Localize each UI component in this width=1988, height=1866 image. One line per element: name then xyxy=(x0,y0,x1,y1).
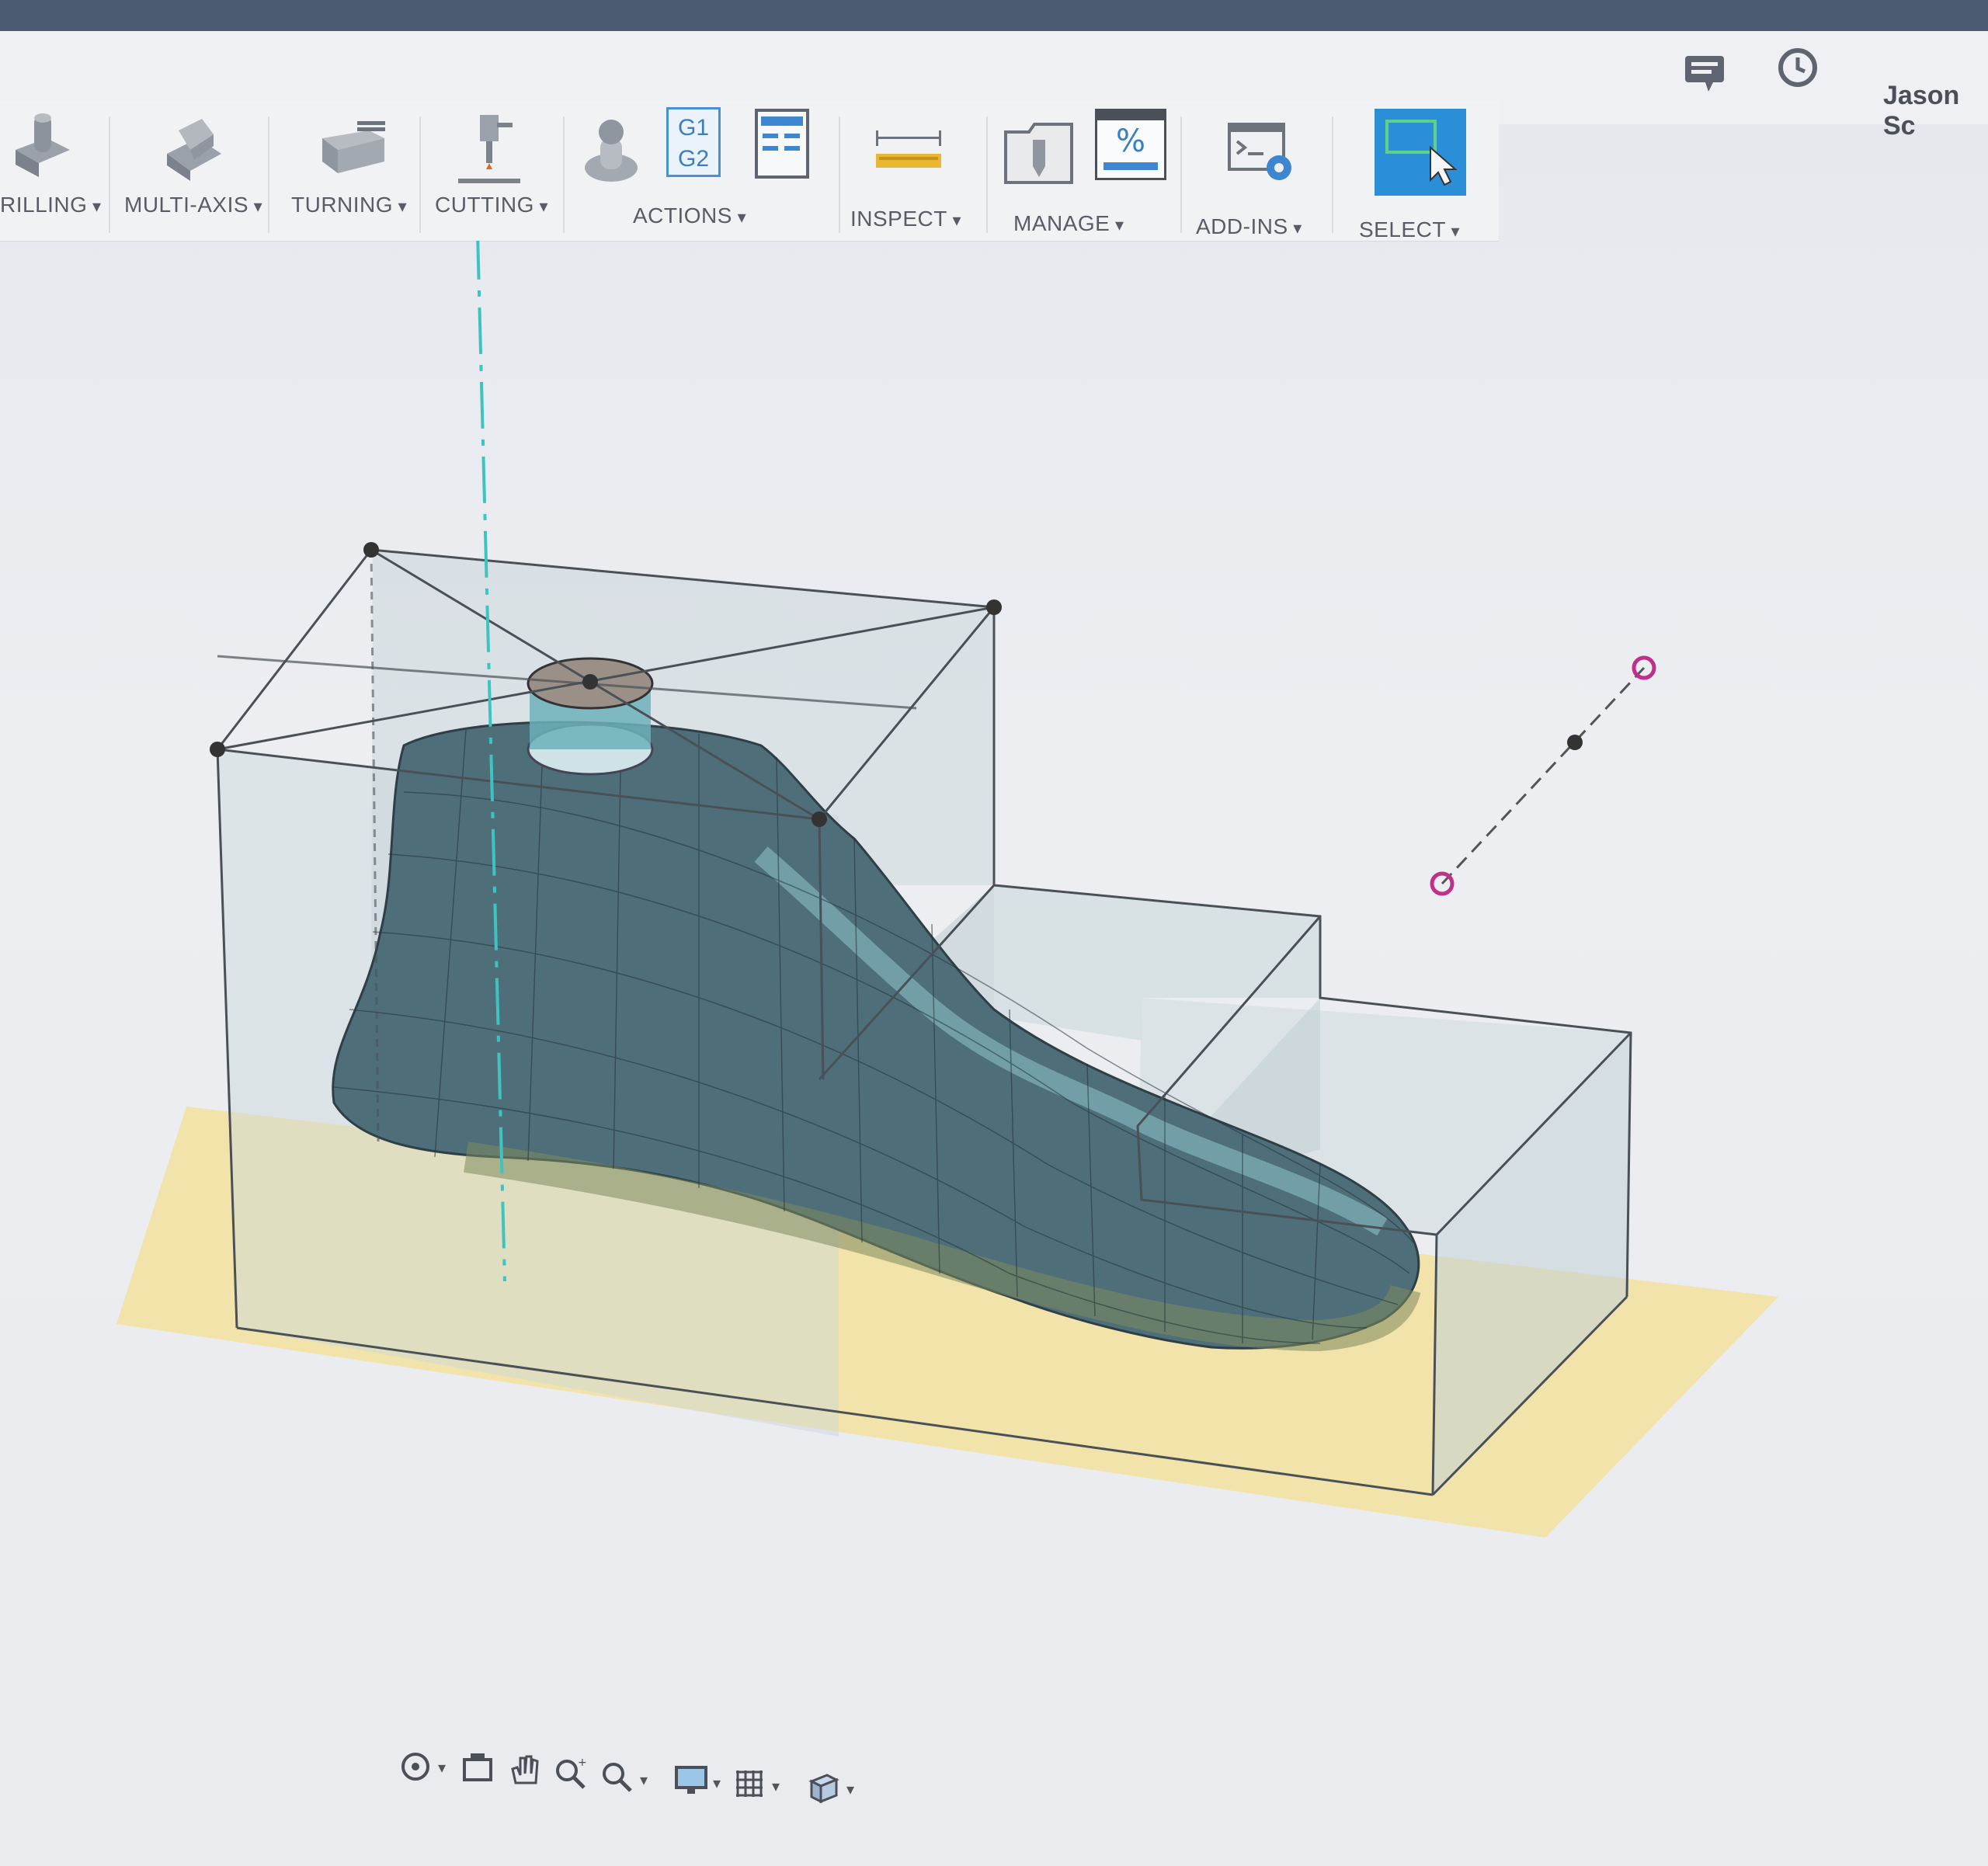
toolbar-separator xyxy=(268,116,269,233)
fusion-cam-window: Jason Sc RILLING MULTI-AXIS xyxy=(0,0,1988,1866)
post-library-bar xyxy=(1097,111,1164,120)
actions-label: ACTIONS xyxy=(633,203,746,228)
simulate-icon[interactable] xyxy=(579,107,648,193)
manage-group[interactable]: % MANAGE xyxy=(998,101,1184,241)
turning-icon xyxy=(322,121,385,173)
select-icon xyxy=(1375,109,1466,196)
actions-group[interactable]: G1 G2 ACTIONS xyxy=(575,101,831,241)
cam-toolbar: RILLING MULTI-AXIS TURNING xyxy=(0,101,1499,242)
comments-icon[interactable] xyxy=(1677,47,1732,101)
display-caret-icon[interactable]: ▾ xyxy=(713,1774,721,1793)
toolbar-separator xyxy=(1332,116,1333,233)
select-group[interactable]: SELECT xyxy=(1343,101,1491,242)
tool-library-icon[interactable] xyxy=(1002,116,1076,186)
svg-text:+: + xyxy=(578,1757,587,1769)
cutting-icon xyxy=(458,115,520,183)
zoom-caret-icon[interactable]: ▾ xyxy=(640,1770,648,1790)
pan-icon[interactable] xyxy=(505,1752,544,1791)
g-code-line-2: G2 xyxy=(677,146,710,172)
toolbar-separator xyxy=(986,116,988,233)
setup-sheet-icon[interactable] xyxy=(753,107,812,181)
select-label: SELECT xyxy=(1359,217,1460,242)
window-top-strip xyxy=(0,0,1988,31)
inspect-label: INSPECT xyxy=(850,207,961,231)
add-ins-group[interactable]: ADD-INS xyxy=(1192,101,1324,241)
scripts-icon xyxy=(1228,123,1291,180)
navigation-bar: ▾ + ▾ ▾ ▾ ▾ xyxy=(388,1747,885,1817)
view-cube-caret-icon[interactable]: ▾ xyxy=(846,1780,854,1799)
multi-axis-group[interactable]: MULTI-AXIS xyxy=(120,101,260,241)
post-library-progress xyxy=(1103,162,1158,170)
toolbar-separator xyxy=(419,116,421,233)
multi-axis-icon xyxy=(167,119,221,181)
orientation-gizmo-line xyxy=(1441,666,1646,885)
manage-label: MANAGE xyxy=(1013,211,1124,236)
grid-icon[interactable] xyxy=(730,1764,769,1803)
toolbar-separator xyxy=(109,116,110,233)
turning-group[interactable]: TURNING xyxy=(280,101,412,241)
percent-glyph: % xyxy=(1115,123,1145,159)
look-at-icon[interactable] xyxy=(458,1749,497,1788)
add-ins-label: ADD-INS xyxy=(1196,214,1302,239)
post-process-button[interactable]: G1 G2 xyxy=(666,107,721,177)
display-settings-icon[interactable] xyxy=(672,1761,711,1800)
multi-axis-label: MULTI-AXIS xyxy=(124,193,262,217)
measure-icon xyxy=(876,130,941,168)
orbit-caret-icon[interactable]: ▾ xyxy=(438,1758,446,1777)
drilling-icon xyxy=(16,113,70,177)
zoom-window-icon[interactable] xyxy=(598,1758,637,1797)
inspect-group[interactable]: INSPECT xyxy=(846,101,978,241)
g-code-line-1: G1 xyxy=(677,115,710,141)
drilling-label: RILLING xyxy=(0,193,102,217)
cutting-group[interactable]: CUTTING xyxy=(431,101,555,241)
clock-icon[interactable] xyxy=(1771,40,1825,95)
cutting-label: CUTTING xyxy=(435,193,548,217)
orbit-icon[interactable] xyxy=(396,1747,435,1786)
toolbar-separator xyxy=(1180,116,1182,233)
drilling-group[interactable]: RILLING xyxy=(0,101,101,241)
view-cube-icon[interactable] xyxy=(804,1769,843,1808)
grid-caret-icon[interactable]: ▾ xyxy=(772,1777,780,1796)
toolbar-separator xyxy=(563,116,565,233)
gizmo-center-handle[interactable] xyxy=(1567,735,1583,750)
turning-label: TURNING xyxy=(291,193,407,217)
toolbar-separator xyxy=(839,116,840,233)
graphics-viewport[interactable] xyxy=(0,241,1988,1716)
user-name[interactable]: Jason Sc xyxy=(1883,81,1988,141)
post-library-button[interactable]: % xyxy=(1095,109,1166,180)
zoom-icon[interactable]: + xyxy=(551,1755,590,1794)
